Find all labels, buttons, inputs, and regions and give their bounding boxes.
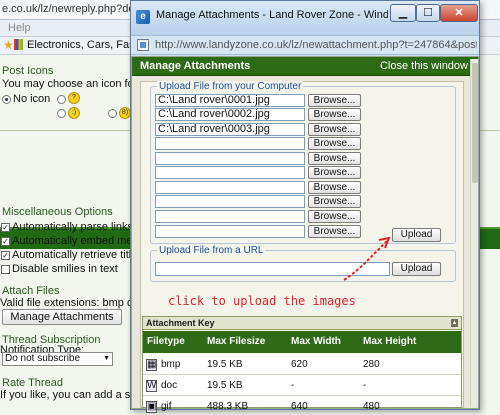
misc-option-label: Disable smilies in text — [12, 263, 118, 275]
post-icons-title: Post Icons — [2, 65, 54, 77]
misc-options-title: Miscellaneous Options — [2, 206, 113, 218]
cell-type: doc — [161, 380, 178, 391]
cell-height: 480 — [363, 401, 380, 412]
browse-button[interactable]: Browse... — [308, 94, 361, 107]
col-max-width: Max Width — [291, 336, 341, 347]
notification-select[interactable]: Do not subscribe — [2, 352, 113, 366]
table-row: W doc 19.5 KB - - — [143, 375, 461, 396]
browse-button[interactable]: Browse... — [308, 210, 361, 223]
browse-button[interactable]: Browse... — [308, 108, 361, 121]
upload-computer-button[interactable]: Upload — [392, 228, 441, 242]
close-this-window-link[interactable]: Close this window — [380, 60, 468, 72]
browse-button[interactable]: Browse... — [308, 195, 361, 208]
icon-radio[interactable] — [108, 109, 117, 118]
file-field[interactable] — [155, 152, 305, 165]
icon-radio[interactable] — [57, 95, 66, 104]
cell-type: gif — [161, 401, 172, 412]
collapse-icon[interactable]: ▲ — [451, 319, 458, 327]
ebay-icon — [14, 39, 23, 50]
window-title: Manage Attachments - Land Rover Zone - W… — [156, 9, 388, 21]
panel-header: Manage Attachments Close this window — [132, 57, 478, 76]
manage-attachments-window: e Manage Attachments - Land Rover Zone -… — [130, 0, 480, 413]
upload-from-computer-group: Upload File from your Computer C:\Land r… — [150, 81, 456, 244]
no-icon-radio[interactable] — [2, 95, 11, 104]
page-icon — [137, 39, 149, 51]
vertical-scrollbar[interactable] — [470, 59, 478, 407]
cell-width: 640 — [291, 401, 308, 412]
close-window-button[interactable]: ✕ — [440, 4, 478, 22]
no-icon-label: No icon — [13, 93, 51, 105]
browse-button[interactable]: Browse... — [308, 137, 361, 150]
embed-media-checkbox[interactable]: ✓ — [1, 237, 10, 246]
help-menu[interactable]: Help — [8, 22, 31, 34]
gif-file-icon: ▣ — [146, 401, 157, 413]
rate-thread-title: Rate Thread — [2, 377, 63, 389]
col-max-height: Max Height — [363, 336, 417, 347]
cell-width: - — [291, 380, 295, 391]
maximize-button[interactable]: ☐ — [416, 4, 440, 22]
icon-smiley: ? — [68, 92, 80, 104]
browse-button[interactable]: Browse... — [308, 181, 361, 194]
table-header-row: Filetype Max Filesize Max Width Max Heig… — [143, 331, 461, 353]
attachment-key-table: Attachment Key ▲ Filetype Max Filesize M… — [142, 316, 462, 413]
attachment-key-title: Attachment Key — [146, 318, 215, 328]
browse-button[interactable]: Browse... — [308, 152, 361, 165]
cell-height: - — [363, 380, 367, 391]
browse-button[interactable]: Browse... — [308, 166, 361, 179]
window-url-bar[interactable]: http://www.landyzone.co.uk/lz/newattachm… — [131, 35, 479, 55]
parse-links-checkbox[interactable]: ✓ — [1, 223, 10, 232]
cell-size: 19.5 KB — [207, 380, 243, 391]
file-field[interactable] — [155, 195, 305, 208]
file-field[interactable]: C:\Land rover\0002.jpg — [155, 108, 305, 121]
icon-radio[interactable] — [57, 109, 66, 118]
title-bar[interactable]: e Manage Attachments - Land Rover Zone -… — [131, 1, 479, 35]
upload-computer-legend: Upload File from your Computer — [157, 81, 304, 92]
disable-smilies-checkbox[interactable] — [1, 265, 10, 274]
browse-button[interactable]: Browse... — [308, 123, 361, 136]
window-url: http://www.landyzone.co.uk/lz/newattachm… — [155, 39, 477, 51]
annotation-text: click to upload the images — [168, 294, 356, 308]
attachment-key-header: Attachment Key ▲ — [143, 317, 461, 330]
col-max-filesize: Max Filesize — [207, 336, 266, 347]
cell-size: 19.5 KB — [207, 359, 243, 370]
window-content: Manage Attachments Close this window Upl… — [131, 56, 479, 413]
cell-width: 620 — [291, 359, 308, 370]
file-field[interactable]: C:\Land rover\0001.jpg — [155, 94, 305, 107]
table-row: ▦ bmp 19.5 KB 620 280 — [143, 354, 461, 375]
icon-smiley: :) — [68, 107, 80, 119]
cell-size: 488.3 KB — [207, 401, 249, 412]
manage-attachments-button[interactable]: Manage Attachments — [2, 309, 122, 325]
upload-url-legend: Upload File from a URL — [157, 245, 266, 256]
retrieve-titles-checkbox[interactable]: ✓ — [1, 251, 10, 260]
table-row: ▣ gif 488.3 KB 640 480 — [143, 396, 461, 415]
annotation-arrow-icon — [343, 236, 391, 281]
attach-files-title: Attach Files — [2, 285, 60, 297]
file-field[interactable] — [155, 210, 305, 223]
file-field[interactable] — [155, 181, 305, 194]
bmp-file-icon: ▦ — [146, 359, 157, 371]
scrollbar-thumb[interactable] — [472, 63, 478, 183]
panel-title: Manage Attachments — [140, 60, 251, 72]
col-filetype: Filetype — [147, 336, 185, 347]
upload-panel: Upload File from your Computer C:\Land r… — [140, 81, 464, 413]
upload-url-button[interactable]: Upload — [392, 262, 441, 276]
minimize-button[interactable]: ▁ — [390, 4, 416, 22]
upload-from-url-group: Upload File from a URL Upload — [150, 245, 456, 282]
ie-icon: e — [136, 10, 150, 24]
file-field[interactable] — [155, 166, 305, 179]
file-field[interactable] — [155, 137, 305, 150]
cell-type: bmp — [161, 359, 181, 370]
doc-file-icon: W — [146, 380, 157, 392]
file-field[interactable] — [155, 225, 305, 238]
cell-height: 280 — [363, 359, 380, 370]
favorites-star-icon[interactable]: ★ — [3, 38, 14, 52]
file-field[interactable]: C:\Land rover\0003.jpg — [155, 123, 305, 136]
